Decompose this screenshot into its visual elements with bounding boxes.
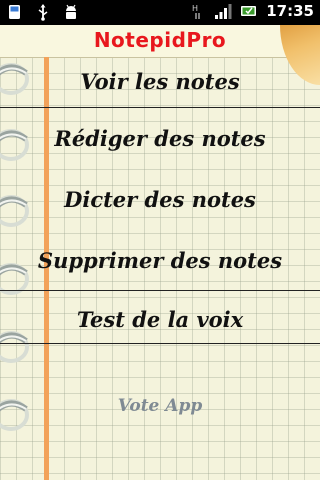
vote-app-link[interactable]: Vote App — [0, 391, 320, 421]
menu-item-dicter[interactable]: Dicter des notes — [0, 171, 320, 227]
status-bar: H 17:35 — [0, 0, 320, 25]
menu-divider — [0, 107, 320, 108]
app-title: NotepidPro — [93, 28, 227, 52]
menu-item-test-voix[interactable]: Test de la voix — [0, 291, 320, 347]
menu-item-supprimer[interactable]: Supprimer des notes — [0, 232, 320, 288]
notification-icons — [6, 3, 80, 21]
clock: 17:35 — [266, 2, 314, 20]
battery-icon — [241, 6, 257, 16]
usb-icon — [38, 4, 48, 21]
android-debug-icon — [66, 4, 76, 19]
menu-item-rediger[interactable]: Rédiger des notes — [0, 110, 320, 166]
system-icons: H 17:35 — [188, 2, 314, 20]
menu-item-voir[interactable]: Voir les notes — [0, 53, 320, 109]
hspa-icon: H — [192, 4, 200, 19]
menu-divider — [0, 343, 320, 344]
svg-text:H: H — [192, 4, 198, 13]
sd-card-icon — [9, 5, 20, 19]
signal-icon — [215, 4, 232, 19]
notepad: NotepidPro Voir les notes Rédiger des no… — [0, 25, 320, 480]
